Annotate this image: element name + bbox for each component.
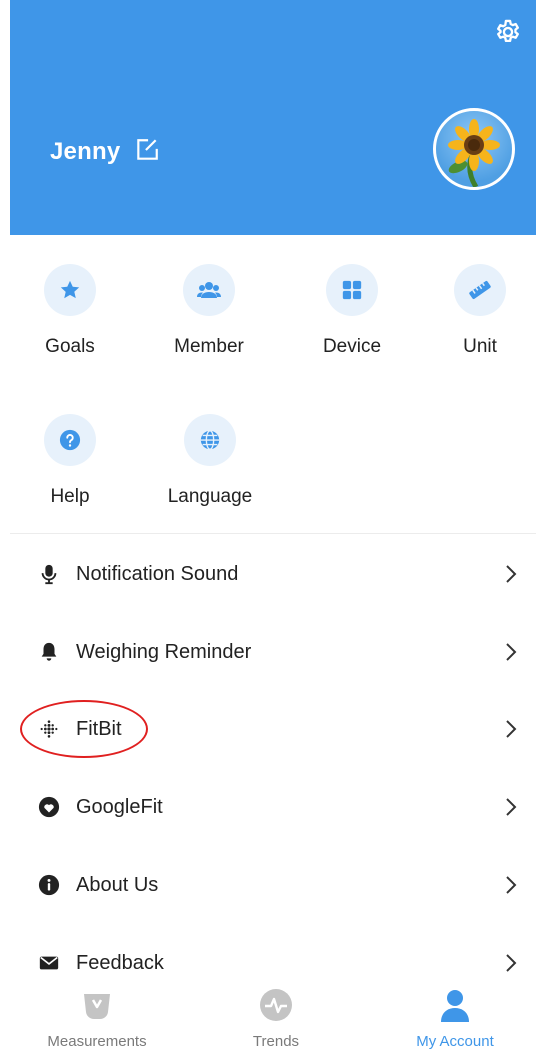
grid-label-goals: Goals xyxy=(45,336,95,357)
list-label: About Us xyxy=(76,873,159,896)
microphone-icon xyxy=(41,564,57,585)
ruler-icon xyxy=(469,281,491,299)
edit-icon[interactable] xyxy=(134,137,160,163)
unit-icon-circle xyxy=(454,264,506,316)
tab-measurements[interactable]: Measurements xyxy=(17,980,177,1050)
users-icon xyxy=(197,282,221,298)
gear-icon[interactable] xyxy=(494,18,522,46)
fitbit-highlight-circle xyxy=(20,700,148,758)
list-label: Notification Sound xyxy=(76,562,239,585)
user-name: Jenny xyxy=(50,138,121,165)
device-icon-circle xyxy=(326,264,378,316)
bottom-tab-bar: Measurements Trends My Account xyxy=(0,980,536,1050)
grid-item-help[interactable]: Help xyxy=(10,414,130,508)
grid-item-device[interactable]: Device xyxy=(292,264,412,358)
grid-label-help: Help xyxy=(50,486,90,507)
heart-icon xyxy=(38,796,60,818)
list-item-weighing-reminder[interactable]: Weighing Reminder xyxy=(10,627,536,677)
chevron-right-icon xyxy=(506,798,517,816)
goals-icon-circle xyxy=(44,264,96,316)
person-icon xyxy=(441,990,469,1022)
list-item-notification-sound[interactable]: Notification Sound xyxy=(10,549,536,599)
list-item-googlefit[interactable]: GoogleFit xyxy=(10,782,536,832)
mail-icon xyxy=(39,956,59,970)
grid-label-member: Member xyxy=(174,336,244,357)
section-divider xyxy=(10,533,536,534)
tab-label: Trends xyxy=(252,1033,300,1050)
grid-item-language[interactable]: Language xyxy=(150,414,270,508)
member-icon-circle xyxy=(183,264,235,316)
tab-label: My Account xyxy=(416,1033,494,1050)
tab-my-account[interactable]: My Account xyxy=(375,980,535,1050)
sunflower-image xyxy=(448,119,500,187)
globe-icon xyxy=(200,430,220,450)
list-label: GoogleFit xyxy=(76,795,163,818)
grid-label-language: Language xyxy=(167,486,253,507)
tab-trends[interactable]: Trends xyxy=(196,980,356,1050)
star-icon xyxy=(60,280,80,299)
avatar[interactable] xyxy=(433,108,515,190)
grid-item-goals[interactable]: Goals xyxy=(10,264,130,358)
help-icon xyxy=(59,429,81,451)
grid-item-member[interactable]: Member xyxy=(149,264,269,358)
pulse-icon xyxy=(260,989,292,1021)
grid-item-unit[interactable]: Unit xyxy=(420,264,536,358)
info-icon xyxy=(38,874,60,896)
profile-header: Jenny xyxy=(10,0,536,235)
scale-icon xyxy=(84,994,110,1020)
chevron-right-icon xyxy=(506,643,517,661)
chevron-right-icon xyxy=(506,720,517,738)
list-label: Weighing Reminder xyxy=(76,640,252,663)
grid-label-unit: Unit xyxy=(463,336,497,357)
grid-icon xyxy=(342,280,362,300)
chevron-right-icon xyxy=(506,954,517,972)
chevron-right-icon xyxy=(506,876,517,894)
tab-label: Measurements xyxy=(47,1033,147,1050)
list-item-about-us[interactable]: About Us xyxy=(10,860,536,910)
list-label: Feedback xyxy=(76,951,164,974)
chevron-right-icon xyxy=(506,565,517,583)
language-icon-circle xyxy=(184,414,236,466)
help-icon-circle xyxy=(44,414,96,466)
bell-icon xyxy=(41,642,57,661)
grid-label-device: Device xyxy=(322,336,382,357)
